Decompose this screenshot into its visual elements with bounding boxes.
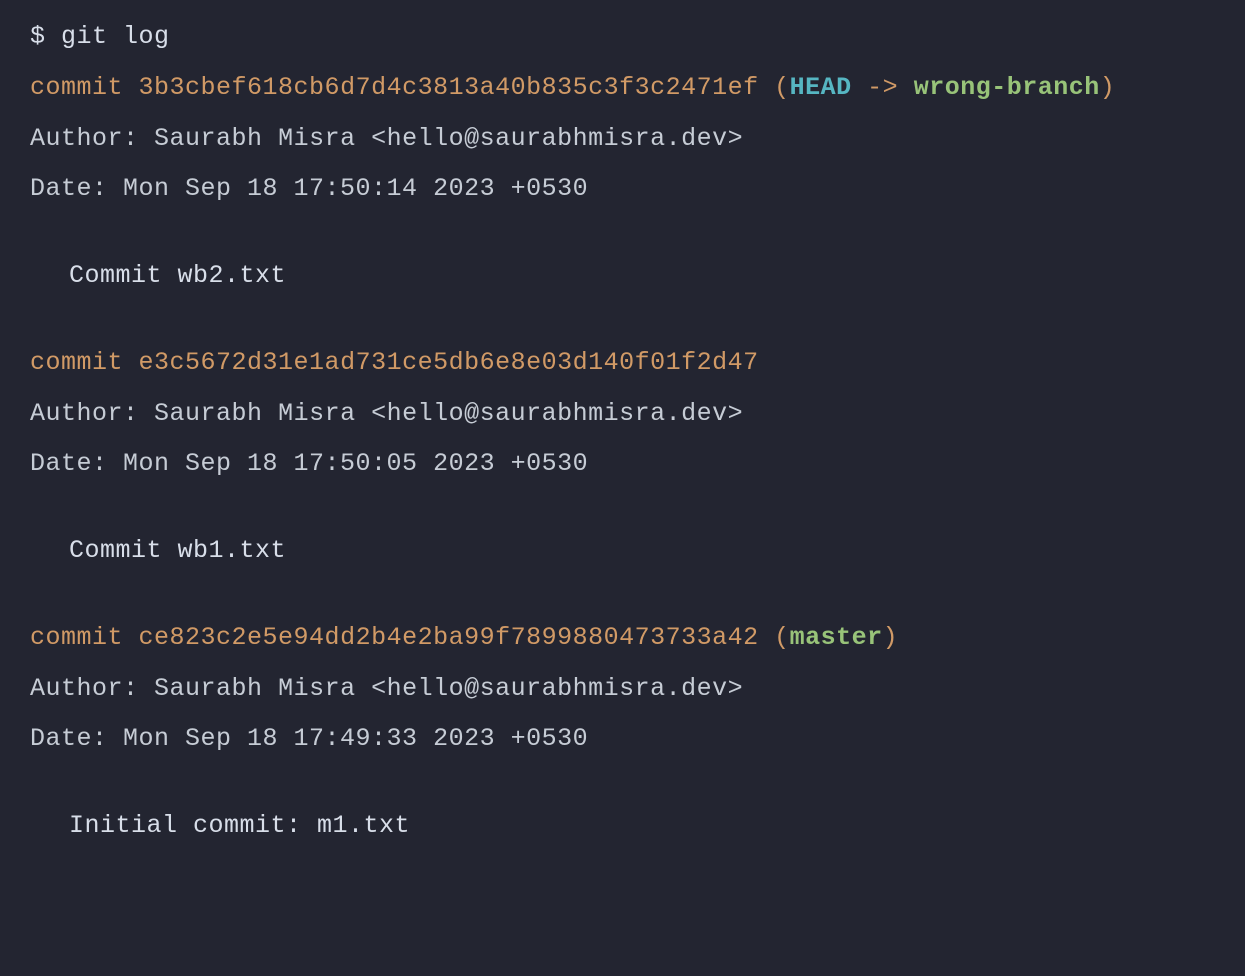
command-text: git log bbox=[61, 22, 170, 51]
refs-close: ) bbox=[1100, 73, 1116, 102]
branch-name: wrong-branch bbox=[914, 73, 1100, 102]
command-prompt: $ git log bbox=[30, 18, 1215, 57]
author-line: Author: Saurabh Misra <hello@saurabhmisr… bbox=[30, 670, 1215, 709]
author-line: Author: Saurabh Misra <hello@saurabhmisr… bbox=[30, 395, 1215, 434]
commit-entry: commit 3b3cbef618cb6d7d4c3813a40b835c3f3… bbox=[30, 69, 1215, 296]
head-ref: HEAD bbox=[790, 73, 852, 102]
date-line: Date: Mon Sep 18 17:49:33 2023 +0530 bbox=[30, 720, 1215, 759]
author-value: Saurabh Misra <hello@saurabhmisra.dev> bbox=[154, 399, 743, 428]
date-value: Mon Sep 18 17:50:14 2023 +0530 bbox=[123, 174, 588, 203]
commit-label: commit bbox=[30, 73, 123, 102]
commit-label: commit bbox=[30, 348, 123, 377]
refs-close: ) bbox=[883, 623, 899, 652]
commit-hash: e3c5672d31e1ad731ce5db6e8e03d140f01f2d47 bbox=[139, 348, 759, 377]
date-line: Date: Mon Sep 18 17:50:14 2023 +0530 bbox=[30, 170, 1215, 209]
arrow-icon: -> bbox=[852, 73, 914, 102]
author-label: Author: bbox=[30, 124, 139, 153]
commit-hash: ce823c2e5e94dd2b4e2ba99f7899880473733a42 bbox=[139, 623, 759, 652]
date-label: Date: bbox=[30, 449, 123, 478]
commit-entry: commit e3c5672d31e1ad731ce5db6e8e03d140f… bbox=[30, 344, 1215, 571]
commit-message: Commit wb1.txt bbox=[30, 532, 1215, 571]
commit-entry: commit ce823c2e5e94dd2b4e2ba99f789988047… bbox=[30, 619, 1215, 846]
author-value: Saurabh Misra <hello@saurabhmisra.dev> bbox=[154, 674, 743, 703]
commit-hash: 3b3cbef618cb6d7d4c3813a40b835c3f3c2471ef bbox=[139, 73, 759, 102]
date-label: Date: bbox=[30, 724, 123, 753]
branch-name: master bbox=[790, 623, 883, 652]
author-label: Author: bbox=[30, 399, 139, 428]
refs-open: ( bbox=[759, 623, 790, 652]
author-value: Saurabh Misra <hello@saurabhmisra.dev> bbox=[154, 124, 743, 153]
author-label: Author: bbox=[30, 674, 139, 703]
date-line: Date: Mon Sep 18 17:50:05 2023 +0530 bbox=[30, 445, 1215, 484]
date-value: Mon Sep 18 17:49:33 2023 +0530 bbox=[123, 724, 588, 753]
author-line: Author: Saurabh Misra <hello@saurabhmisr… bbox=[30, 120, 1215, 159]
refs-open: ( bbox=[759, 73, 790, 102]
commit-hash-line: commit e3c5672d31e1ad731ce5db6e8e03d140f… bbox=[30, 344, 1215, 383]
commit-label: commit bbox=[30, 623, 123, 652]
commit-message: Commit wb2.txt bbox=[30, 257, 1215, 296]
commit-message: Initial commit: m1.txt bbox=[30, 807, 1215, 846]
date-value: Mon Sep 18 17:50:05 2023 +0530 bbox=[123, 449, 588, 478]
commit-hash-line: commit 3b3cbef618cb6d7d4c3813a40b835c3f3… bbox=[30, 69, 1215, 108]
prompt-symbol: $ bbox=[30, 22, 46, 51]
date-label: Date: bbox=[30, 174, 123, 203]
commit-hash-line: commit ce823c2e5e94dd2b4e2ba99f789988047… bbox=[30, 619, 1215, 658]
